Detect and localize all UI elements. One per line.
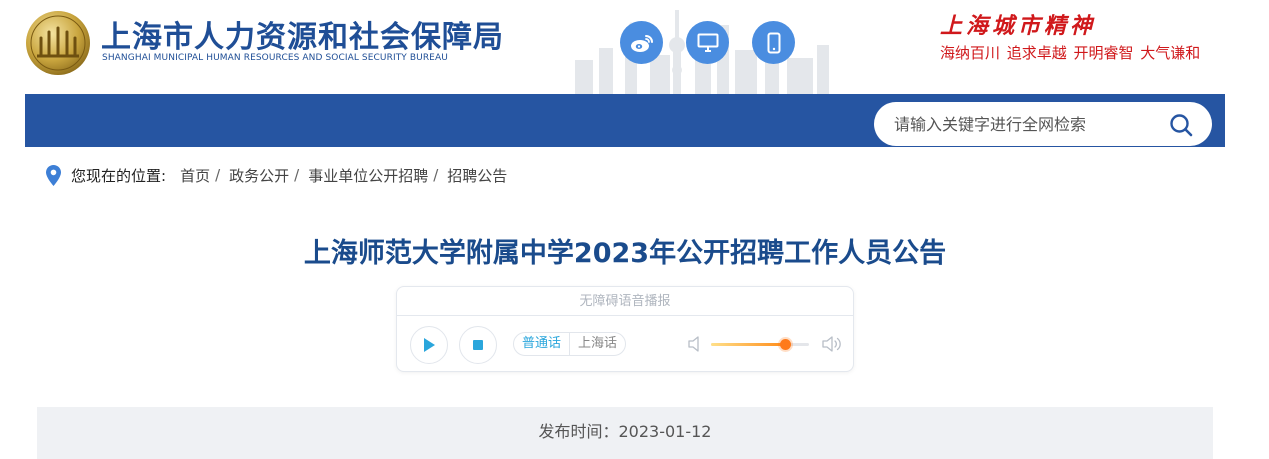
breadcrumb: 您现在的位置: 首页 / 政务公开 / 事业单位公开招聘 / 招聘公告: [46, 163, 507, 187]
breadcrumb-label: 您现在的位置:: [71, 166, 167, 185]
weibo-button[interactable]: [620, 21, 663, 64]
lang-mandarin[interactable]: 普通话: [514, 333, 569, 355]
stop-button[interactable]: [459, 326, 497, 364]
desktop-button[interactable]: [686, 21, 729, 64]
breadcrumb-separator: /: [433, 166, 439, 184]
bureau-emblem-icon[interactable]: [25, 10, 91, 76]
breadcrumb-separator: /: [294, 166, 300, 184]
search-button[interactable]: [1169, 113, 1193, 137]
breadcrumb-public-recruitment[interactable]: 事业单位公开招聘: [308, 165, 428, 186]
volume-fill: [711, 343, 786, 346]
article-title: 上海师范大学附属中学2023年公开招聘工作人员公告: [303, 238, 947, 269]
volume-down-icon[interactable]: [687, 335, 705, 353]
city-spirit-title: 上海城市精神: [940, 13, 1097, 39]
weibo-icon: [630, 34, 653, 52]
breadcrumb-home[interactable]: 首页: [180, 165, 210, 186]
play-button[interactable]: [410, 326, 448, 364]
location-pin-icon: [46, 164, 61, 186]
publish-date: 发布时间：2023-01-12: [37, 407, 1213, 459]
city-spirit-motto: 海纳百川 追求卓越 开明睿智 大气谦和: [940, 44, 1201, 62]
site-header: 上海市人力资源和社会保障局 SHANGHAI MUNICIPAL HUMAN R…: [0, 0, 1269, 94]
play-icon: [424, 338, 435, 352]
site-search: [874, 102, 1212, 146]
language-switch: 普通话 上海话: [513, 332, 627, 356]
main-navbar: [25, 94, 1225, 147]
mobile-icon: [767, 32, 780, 53]
breadcrumb-recruitment-notice[interactable]: 招聘公告: [447, 165, 507, 186]
org-name-cn: 上海市人力资源和社会保障局: [101, 20, 504, 55]
player-header: 无障碍语音播报: [397, 287, 853, 316]
mobile-button[interactable]: [752, 21, 795, 64]
org-name-en: SHANGHAI MUNICIPAL HUMAN RESOURCES AND S…: [102, 53, 448, 63]
stop-icon: [473, 340, 483, 350]
volume-up-icon[interactable]: [821, 335, 843, 353]
accessibility-audio-player: 无障碍语音播报 普通话 上海话: [396, 286, 854, 372]
volume-knob[interactable]: [780, 339, 792, 350]
volume-slider[interactable]: [711, 339, 809, 350]
breadcrumb-separator: /: [215, 166, 221, 184]
breadcrumb-gov-affairs[interactable]: 政务公开: [229, 165, 289, 186]
lang-shanghainese[interactable]: 上海话: [569, 333, 625, 355]
search-input[interactable]: [894, 102, 1164, 146]
search-icon: [1170, 114, 1193, 137]
desktop-icon: [697, 33, 718, 52]
page: 上海市人力资源和社会保障局 SHANGHAI MUNICIPAL HUMAN R…: [0, 0, 1269, 459]
